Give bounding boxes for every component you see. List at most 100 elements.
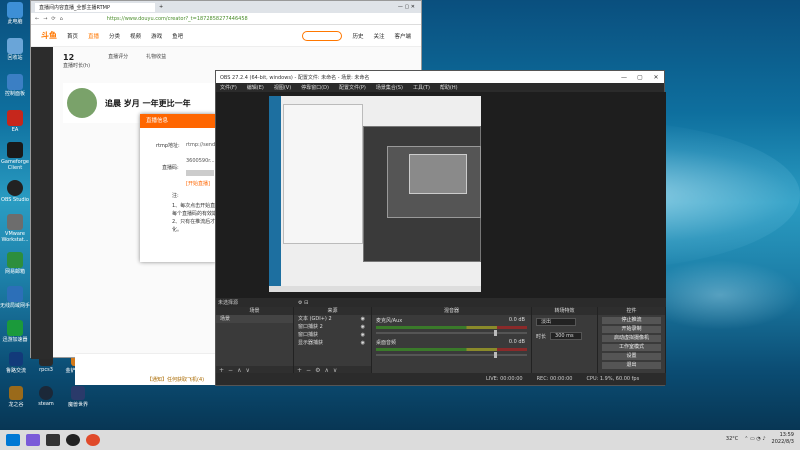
visibility-icon[interactable]: ◉	[361, 315, 365, 323]
nav-client[interactable]: 客户端	[394, 32, 411, 40]
desktop-icon-xunyou[interactable]: 迅游加速器	[0, 320, 30, 343]
obs-taskbar-icon[interactable]	[66, 434, 80, 446]
desktop-icon-computer[interactable]: 此电脑	[0, 2, 30, 25]
nav-yuba[interactable]: 鱼吧	[172, 32, 183, 40]
browser-tab[interactable]: 直播间内容直播_全部主播RTMP	[35, 2, 155, 12]
menu-file[interactable]: 文件(F)	[220, 84, 237, 91]
clock[interactable]: 13:59 2022/8/3	[772, 432, 794, 446]
search-input[interactable]	[302, 30, 343, 41]
code-label: 直播码:	[162, 165, 179, 171]
weather-temp[interactable]: 32°C	[726, 436, 738, 442]
mic-fader[interactable]	[376, 330, 527, 336]
desktop-icon-dragon-nest[interactable]: 龙之谷	[2, 386, 30, 408]
stat-hours: 12 直播时长(h)	[63, 53, 91, 69]
settings-button[interactable]: 设置	[602, 353, 661, 360]
desktop-icon-gameforge[interactable]: Gameforge Client	[0, 142, 30, 171]
desktop-icon-steam[interactable]: steam	[32, 386, 60, 407]
stat-gifts: 礼物收益	[146, 54, 167, 60]
scene-item[interactable]: 场景	[216, 315, 293, 323]
virtual-camera-button[interactable]: 启动虚拟摄像机	[602, 335, 661, 342]
preview-desktop-strip	[269, 96, 281, 286]
menu-tools[interactable]: 工具(T)	[413, 84, 430, 91]
start-icon[interactable]	[6, 434, 20, 446]
note-line-3: 2、只有在推流后才可	[172, 219, 221, 225]
menu-scene-collection[interactable]: 场景集合(S)	[376, 84, 403, 91]
source-item[interactable]: 窗口捕获 ◉	[294, 331, 371, 339]
source-item[interactable]: 窗口捕获 2 ◉	[294, 323, 371, 331]
desktop-icon-wireless[interactable]: 无线局域网手	[0, 286, 30, 309]
taskbar-app-icon[interactable]	[26, 434, 40, 446]
studio-mode-button[interactable]: 工作室模式	[602, 344, 661, 351]
nav-game[interactable]: 游戏	[151, 32, 162, 40]
preview-browser	[283, 104, 363, 244]
start-live-warning[interactable]: [开始直播]	[186, 180, 210, 187]
taskbar-app-icon[interactable]	[46, 434, 60, 446]
start-recording-button[interactable]: 开始录制	[602, 326, 661, 333]
obs-preview-area[interactable]	[216, 92, 666, 298]
desktop-icon-vmware[interactable]: VMware Workstat...	[0, 214, 30, 243]
mixer-channel-desktop: 桌面音频 0.0 dB	[372, 337, 531, 359]
nav-category[interactable]: 分类	[109, 32, 120, 40]
nav-history[interactable]: 历史	[352, 32, 363, 40]
desktop-icon-ea[interactable]: EA	[0, 110, 30, 133]
menu-view[interactable]: 视图(V)	[274, 84, 291, 91]
stop-streaming-button[interactable]: 停止推流	[602, 317, 661, 324]
visibility-icon[interactable]: ◉	[361, 323, 365, 331]
code-value[interactable]: 3600590r...	[186, 158, 215, 164]
desktop-icon-netease-mail[interactable]: 网易邮箱	[0, 252, 30, 275]
tray-icons[interactable]: ⌃ ▭ ◔ ♪	[744, 436, 765, 442]
douyu-logo[interactable]: 斗鱼	[41, 30, 57, 41]
desktop-icon-recycle-bin[interactable]: 回收站	[0, 38, 30, 61]
url-text[interactable]: https://www.douyu.com/creator?_t=1872858…	[107, 16, 248, 22]
forward-icon[interactable]: →	[43, 16, 47, 22]
duration-label: 时长	[536, 333, 547, 340]
note-line-1: 1、每次点击开始直播	[172, 203, 221, 209]
reload-icon[interactable]: ⟳	[51, 16, 55, 22]
source-properties-icon[interactable]: ⚙ ⊟	[298, 300, 308, 306]
desktop-fader[interactable]	[376, 352, 527, 358]
live-time: LIVE: 00:00:00	[486, 376, 523, 382]
obs-title: OBS 27.2.4 (64-bit, windows) - 配置文件: 未命名…	[220, 74, 370, 81]
chrome-taskbar-icon[interactable]	[86, 434, 100, 446]
obs-status-bar: LIVE: 00:00:00 REC: 00:00:00 CPU: 1.9%, …	[216, 373, 666, 385]
avatar	[67, 88, 97, 118]
menu-profile[interactable]: 配置文件(P)	[339, 84, 366, 91]
nav-video[interactable]: 视频	[130, 32, 141, 40]
visibility-icon[interactable]: ◉	[361, 331, 365, 339]
exit-button[interactable]: 退出	[602, 362, 661, 369]
desktop-meter	[376, 348, 527, 351]
close-icon[interactable]: ✕	[648, 74, 664, 81]
menu-edit[interactable]: 编辑(E)	[247, 84, 264, 91]
duration-input[interactable]: 300 ms	[550, 332, 583, 340]
transitions-dock: 转场特效 淡出 时长 300 ms	[532, 307, 598, 375]
menu-docks[interactable]: 停靠窗口(D)	[301, 84, 329, 91]
announcement[interactable]: 【通知】任何获取飞机(4)	[147, 376, 204, 383]
sources-dock: 来源 文本 (GDI+) 2 ◉ 窗口捕获 2 ◉ 窗口捕获 ◉ 显示器捕获 ◉ + − ⚙…	[294, 307, 372, 375]
window-controls[interactable]: — ▢ ✕	[398, 4, 415, 10]
new-tab-icon[interactable]: +	[159, 4, 163, 10]
desktop-icon-control-panel[interactable]: 控制面板	[0, 74, 30, 97]
transition-select[interactable]: 淡出	[536, 318, 576, 326]
desktop-icon-obs[interactable]: OBS Studio	[0, 180, 30, 203]
desktop-icon-wow[interactable]: 魔兽世界	[64, 386, 92, 408]
scenes-title: 场景	[216, 307, 293, 315]
nav-follow[interactable]: 关注	[373, 32, 384, 40]
transitions-title: 转场特效	[532, 307, 597, 315]
maximize-icon[interactable]: ▢	[632, 74, 648, 81]
nav-home[interactable]: 首页	[67, 32, 78, 40]
preview-canvas[interactable]	[269, 96, 481, 292]
minimize-icon[interactable]: —	[616, 74, 632, 81]
home-icon[interactable]: ⌂	[60, 16, 63, 22]
source-item[interactable]: 文本 (GDI+) 2 ◉	[294, 315, 371, 323]
mic-meter	[376, 326, 527, 329]
browser-tab-bar: 直播间内容直播_全部主播RTMP + — ▢ ✕	[31, 1, 421, 13]
nav-live[interactable]: 直播	[88, 32, 99, 40]
stat-score: 直播评分	[108, 54, 129, 60]
taskbar: 32°C ⌃ ▭ ◔ ♪ 13:59 2022/8/3	[0, 430, 800, 450]
visibility-icon[interactable]: ◉	[361, 339, 365, 347]
back-icon[interactable]: ←	[35, 16, 39, 22]
menu-help[interactable]: 帮助(H)	[440, 84, 458, 91]
desktop-icon-lulu[interactable]: 鲁路交流	[2, 352, 30, 374]
system-tray: 32°C ⌃ ▭ ◔ ♪ 13:59 2022/8/3	[726, 432, 794, 446]
source-item[interactable]: 显示器捕获 ◉	[294, 339, 371, 347]
